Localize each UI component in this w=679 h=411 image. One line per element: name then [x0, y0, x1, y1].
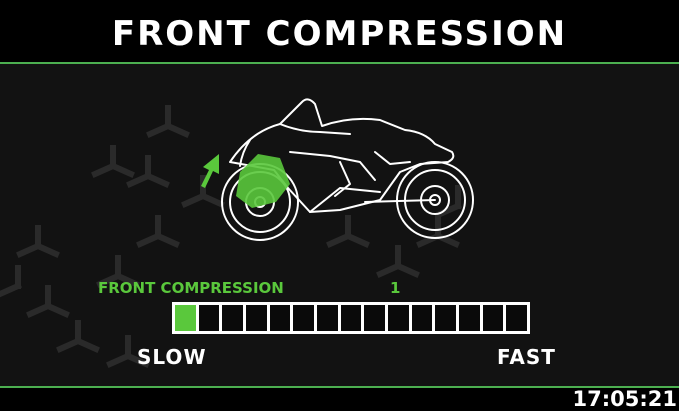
front-fork-highlight [236, 154, 290, 208]
level-segment [435, 305, 456, 331]
level-segment [364, 305, 385, 331]
level-segment [340, 305, 362, 331]
level-segment [411, 305, 433, 331]
level-segment [175, 305, 196, 331]
level-segment [388, 305, 409, 331]
scale-max-label: FAST [497, 345, 556, 369]
header-bar: FRONT COMPRESSION [0, 0, 679, 64]
setting-value: 1 [390, 279, 401, 297]
compression-setting-screen: FRONT COMPRESSION FRONT COMPRESSION 1 SL… [0, 0, 679, 411]
level-segment [198, 305, 220, 331]
level-segment [269, 305, 291, 331]
level-segment [246, 305, 267, 331]
level-segment [459, 305, 480, 331]
setting-label: FRONT COMPRESSION [98, 279, 284, 297]
header-divider [0, 62, 679, 64]
level-segment [293, 305, 314, 331]
page-title: FRONT COMPRESSION [111, 14, 568, 54]
clock: 17:05:21 [572, 387, 677, 411]
scale-min-label: SLOW [137, 345, 207, 369]
level-segment [506, 305, 527, 331]
up-arrow-icon [201, 154, 219, 188]
level-segment [317, 305, 338, 331]
level-segment [482, 305, 504, 331]
level-segment [222, 305, 243, 331]
compression-level-bar[interactable] [172, 302, 530, 334]
